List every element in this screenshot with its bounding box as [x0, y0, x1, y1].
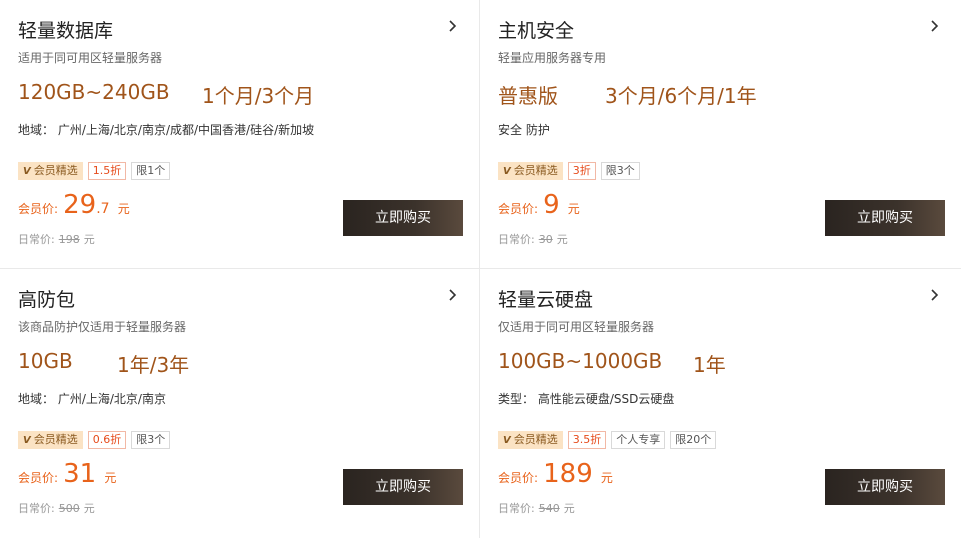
- price-integer: 31: [63, 459, 97, 489]
- card-specs: 120GB~240GB 1个月/3个月: [18, 80, 314, 108]
- limit-tag: 限3个: [131, 431, 171, 449]
- chevron-right-icon[interactable]: [927, 18, 943, 34]
- spec-duration: 3个月/6个月/1年: [605, 84, 757, 108]
- tag-list: V 会员精选 3.5折 个人专享 限20个: [498, 431, 717, 449]
- spec-duration: 1个月/3个月: [202, 84, 315, 108]
- orig-value: 30: [538, 233, 553, 246]
- price-unit: 元: [104, 471, 117, 485]
- vip-tag: V 会员精选: [18, 431, 83, 449]
- chevron-right-icon[interactable]: [445, 287, 461, 303]
- vip-tag-label: 会员精选: [33, 433, 78, 446]
- orig-unit: 元: [563, 502, 575, 515]
- orig-unit: 元: [83, 502, 95, 515]
- buy-now-button[interactable]: 立即购买: [825, 200, 945, 236]
- card-title: 主机安全: [498, 20, 575, 42]
- member-price: 会员价: 31 元: [18, 459, 116, 489]
- original-price: 日常价: 198 元: [18, 231, 95, 247]
- price-integer: 189: [543, 459, 593, 489]
- card-description: 该商品防护仅适用于轻量服务器: [18, 320, 187, 334]
- card-specs: 100GB~1000GB 1年: [498, 349, 726, 377]
- card-description: 轻量应用服务器专用: [498, 51, 607, 65]
- price-unit: 元: [117, 202, 130, 216]
- member-price: 会员价: 29.7 元: [18, 190, 130, 220]
- card-meta: 地域： 广州/上海/北京/南京/成都/中国香港/硅谷/新加坡: [18, 123, 315, 137]
- card-specs: 10GB 1年/3年: [18, 349, 189, 377]
- original-price: 日常价: 540 元: [498, 500, 575, 516]
- card-description: 仅适用于同可用区轻量服务器: [498, 320, 655, 334]
- buy-now-button[interactable]: 立即购买: [825, 469, 945, 505]
- spec-capacity: 10GB: [18, 349, 73, 373]
- buy-now-button[interactable]: 立即购买: [343, 200, 463, 236]
- orig-unit: 元: [556, 233, 568, 246]
- vip-tag-label: 会员精选: [513, 433, 558, 446]
- card-meta: 安全 防护: [498, 123, 550, 137]
- vip-v-icon: V: [23, 166, 31, 177]
- member-price: 会员价: 9 元: [498, 190, 580, 220]
- chevron-right-icon[interactable]: [445, 18, 461, 34]
- vip-v-icon: V: [23, 435, 31, 446]
- price-unit: 元: [567, 202, 580, 216]
- card-description: 适用于同可用区轻量服务器: [18, 51, 163, 65]
- tag-list: V 会员精选 1.5折 限1个: [18, 162, 171, 180]
- orig-value: 198: [58, 233, 80, 246]
- product-card-lightweight-database[interactable]: 轻量数据库 适用于同可用区轻量服务器 120GB~240GB 1个月/3个月 地…: [0, 0, 480, 269]
- orig-label: 日常价:: [498, 233, 535, 246]
- tag-list: V 会员精选 0.6折 限3个: [18, 431, 171, 449]
- vip-tag: V 会员精选: [498, 162, 563, 180]
- price-decimal: .7: [96, 201, 110, 217]
- orig-value: 540: [538, 502, 560, 515]
- product-grid: 轻量数据库 适用于同可用区轻量服务器 120GB~240GB 1个月/3个月 地…: [0, 0, 961, 538]
- orig-value: 500: [58, 502, 80, 515]
- orig-label: 日常价:: [498, 502, 535, 515]
- product-card-anti-ddos[interactable]: 高防包 该商品防护仅适用于轻量服务器 10GB 1年/3年 地域： 广州/上海/…: [0, 269, 480, 538]
- card-specs: 普惠版 3个月/6个月/1年: [498, 80, 757, 109]
- spec-edition: 普惠版: [498, 84, 558, 108]
- exclusive-tag: 个人专享: [611, 431, 666, 449]
- spec-duration: 1年/3年: [117, 353, 190, 377]
- limit-tag: 限20个: [670, 431, 717, 449]
- vip-v-icon: V: [503, 435, 511, 446]
- limit-tag: 限1个: [131, 162, 171, 180]
- orig-label: 日常价:: [18, 502, 55, 515]
- spec-capacity: 100GB~1000GB: [498, 349, 663, 373]
- price-label: 会员价:: [498, 202, 539, 216]
- vip-tag-label: 会员精选: [513, 164, 558, 177]
- card-title: 高防包: [18, 289, 76, 311]
- tag-list: V 会员精选 3折 限3个: [498, 162, 640, 180]
- card-meta: 地域： 广州/上海/北京/南京: [18, 392, 166, 406]
- card-title: 轻量云硬盘: [498, 289, 594, 311]
- orig-unit: 元: [83, 233, 95, 246]
- original-price: 日常价: 500 元: [18, 500, 95, 516]
- spec-duration: 1年: [693, 353, 726, 377]
- card-meta: 类型： 高性能云硬盘/SSD云硬盘: [498, 392, 675, 406]
- price-label: 会员价:: [498, 471, 539, 485]
- member-price: 会员价: 189 元: [498, 459, 613, 489]
- vip-tag: V 会员精选: [18, 162, 83, 180]
- price-unit: 元: [600, 471, 613, 485]
- original-price: 日常价: 30 元: [498, 231, 568, 247]
- discount-tag: 0.6折: [87, 431, 127, 449]
- orig-label: 日常价:: [18, 233, 55, 246]
- limit-tag: 限3个: [600, 162, 640, 180]
- discount-tag: 3.5折: [567, 431, 607, 449]
- vip-v-icon: V: [503, 166, 511, 177]
- price-label: 会员价:: [18, 202, 59, 216]
- spec-capacity: 120GB~240GB: [18, 80, 170, 104]
- product-card-cloud-disk[interactable]: 轻量云硬盘 仅适用于同可用区轻量服务器 100GB~1000GB 1年 类型： …: [480, 269, 961, 538]
- price-integer: 9: [543, 190, 560, 220]
- card-title: 轻量数据库: [18, 20, 114, 42]
- price-label: 会员价:: [18, 471, 59, 485]
- price-integer: 29: [63, 190, 97, 220]
- chevron-right-icon[interactable]: [927, 287, 943, 303]
- buy-now-button[interactable]: 立即购买: [343, 469, 463, 505]
- discount-tag: 1.5折: [87, 162, 127, 180]
- product-card-host-security[interactable]: 主机安全 轻量应用服务器专用 普惠版 3个月/6个月/1年 安全 防护 V 会员精…: [480, 0, 961, 269]
- vip-tag-label: 会员精选: [33, 164, 78, 177]
- vip-tag: V 会员精选: [498, 431, 563, 449]
- discount-tag: 3折: [567, 162, 596, 180]
